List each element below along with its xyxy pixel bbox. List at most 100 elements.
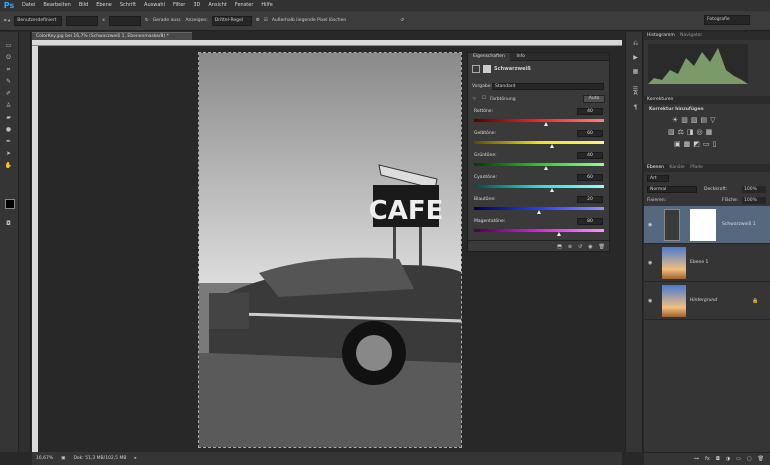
delete-pixels-checkbox[interactable]: ☑: [264, 18, 268, 23]
clear-icon[interactable]: ↻: [145, 18, 149, 23]
canvas-image[interactable]: CAFE: [198, 52, 462, 448]
adjust-add-icon[interactable]: ◑: [726, 456, 730, 462]
filter-kind-select[interactable]: Art: [647, 175, 669, 182]
quickmask-icon[interactable]: ◘: [4, 220, 13, 228]
menu-item-fenster[interactable]: Fenster: [231, 0, 258, 11]
slider-row[interactable]: Rottöne: 40: [474, 108, 604, 129]
opacity-input[interactable]: 100%: [742, 186, 766, 193]
gear-icon[interactable]: ⚙: [256, 18, 260, 23]
swap-dimensions[interactable]: x: [102, 18, 105, 23]
layer-row[interactable]: ◉ Schwarzweiß 1: [644, 206, 770, 244]
visibility-icon[interactable]: ◉: [588, 244, 592, 250]
targeted-adjust-icon[interactable]: ☜: [472, 96, 476, 102]
slider-row[interactable]: Cyantöne: 60: [474, 174, 604, 195]
tab-channels[interactable]: Kanäle: [669, 165, 684, 170]
slider-track[interactable]: [474, 163, 604, 166]
character-icon[interactable]: A: [631, 90, 640, 98]
folder-icon[interactable]: ▭: [736, 456, 741, 462]
slider-value-input[interactable]: 60: [577, 130, 603, 137]
slider-row[interactable]: Gelbtöne: 60: [474, 130, 604, 151]
slider-track[interactable]: [474, 185, 604, 188]
crop-tool-icon[interactable]: ⌗: [4, 66, 13, 74]
crop-tool-icon[interactable]: ⌗ ▾: [4, 18, 10, 24]
tab-navigator[interactable]: Navigator: [680, 33, 702, 38]
crop-ratio-select[interactable]: Benutzerdefiniert: [14, 15, 63, 26]
menu-item-bearbeiten[interactable]: Bearbeiten: [39, 0, 74, 11]
mask-icon[interactable]: [483, 65, 491, 73]
foreground-color[interactable]: [5, 199, 15, 209]
visibility-icon[interactable]: ◉: [648, 298, 652, 304]
document-tab[interactable]: ColorKey.jpg bei 16,7% (Schwarzweiß 1, E…: [32, 32, 192, 40]
eyedropper-tool-icon[interactable]: ✎: [4, 78, 13, 86]
reset-icon[interactable]: ↺: [578, 244, 582, 250]
slider-row[interactable]: Magentatöne: 80: [474, 218, 604, 239]
width-input[interactable]: [66, 15, 99, 26]
height-input[interactable]: [108, 15, 141, 26]
preset-select[interactable]: Standard: [492, 83, 604, 90]
tint-checkbox[interactable]: ☐: [482, 96, 486, 101]
slider-value-input[interactable]: 80: [577, 218, 603, 225]
menu-item-ansicht[interactable]: Ansicht: [204, 0, 230, 11]
chevron-right-icon[interactable]: ▸: [134, 456, 136, 461]
new-layer-icon[interactable]: ▢: [747, 456, 752, 462]
slider-value-input[interactable]: 20: [577, 196, 603, 203]
mask-thumb[interactable]: [690, 209, 716, 241]
lasso-tool-icon[interactable]: ʘ: [4, 54, 13, 62]
previous-state-icon[interactable]: ⊚: [568, 244, 572, 250]
history-icon[interactable]: ⎌: [631, 40, 640, 48]
blend-mode-select[interactable]: Normal: [647, 186, 697, 193]
workspace-select[interactable]: Fotografie: [704, 15, 750, 25]
menu-item-ebene[interactable]: Ebene: [92, 0, 116, 11]
reset-icon[interactable]: ↺: [400, 18, 404, 23]
slider-value-input[interactable]: 60: [577, 174, 603, 181]
slider-thumb[interactable]: [550, 144, 554, 148]
tab-adjustments[interactable]: Korrekturen: [644, 96, 770, 104]
tab-info[interactable]: Info: [511, 53, 530, 61]
menu-item-schrift[interactable]: Schrift: [116, 0, 140, 11]
slider-thumb[interactable]: [543, 166, 548, 170]
stamp-tool-icon[interactable]: ♙: [4, 102, 13, 110]
brush-tool-icon[interactable]: ✐: [4, 90, 13, 98]
menu-item-hilfe[interactable]: Hilfe: [257, 0, 276, 11]
zoom-level[interactable]: 16,67%: [36, 456, 53, 461]
tab-layers[interactable]: Ebenen: [647, 165, 664, 170]
clip-icon[interactable]: ⬒: [557, 244, 562, 250]
mask-add-icon[interactable]: ◘: [716, 456, 720, 462]
slider-track[interactable]: [474, 229, 604, 232]
menu-item-filter[interactable]: Filter: [169, 0, 189, 11]
dodge-tool-icon[interactable]: ●: [4, 126, 13, 134]
menu-item-auswahl[interactable]: Auswahl: [140, 0, 169, 11]
hand-tool-icon[interactable]: ✋: [4, 162, 13, 170]
tab-histogram[interactable]: Histogramm: [647, 33, 675, 38]
slider-row[interactable]: Blautöne: 20: [474, 196, 604, 217]
menu-item-datei[interactable]: Datei: [18, 0, 39, 11]
layer-row[interactable]: ◉ Ebene 1: [644, 244, 770, 282]
swatches-icon[interactable]: ▦: [631, 68, 640, 76]
slider-thumb[interactable]: [550, 188, 554, 192]
slider-value-input[interactable]: 40: [577, 152, 603, 159]
slider-row[interactable]: Grüntöne: 40: [474, 152, 604, 173]
overlay-select[interactable]: Drittel-Regel: [211, 15, 252, 26]
actions-icon[interactable]: ▶: [631, 54, 640, 62]
auto-button[interactable]: Auto: [583, 95, 605, 103]
marquee-tool-icon[interactable]: ▭: [4, 42, 13, 50]
adjust-icons-row3[interactable]: ▣▩◩▭▯: [674, 140, 719, 148]
trash-icon[interactable]: 🗑: [599, 244, 605, 250]
adjust-icons-row1[interactable]: ☀▥▨▤▽: [672, 116, 719, 124]
fill-input[interactable]: 100%: [742, 197, 766, 204]
slider-value-input[interactable]: 40: [577, 108, 603, 115]
link-icon[interactable]: ⊶: [694, 456, 699, 462]
visibility-icon[interactable]: ◉: [648, 260, 652, 266]
slider-track[interactable]: [474, 141, 604, 144]
slider-thumb[interactable]: [543, 122, 548, 126]
tab-properties[interactable]: Eigenschaften: [468, 53, 510, 61]
slider-track[interactable]: [474, 119, 604, 122]
straighten-button[interactable]: Gerade ausr.: [153, 18, 182, 23]
eraser-tool-icon[interactable]: ▰: [4, 114, 13, 122]
paragraph-icon[interactable]: ¶: [631, 104, 640, 112]
selection-tool-icon[interactable]: ➤: [4, 150, 13, 158]
menu-item-bild[interactable]: Bild: [75, 0, 92, 11]
adjust-icons-row2[interactable]: ▧⚖◨◎▦: [668, 128, 715, 136]
pen-tool-icon[interactable]: ✒: [4, 138, 13, 146]
share-icon[interactable]: ▣: [61, 456, 65, 461]
